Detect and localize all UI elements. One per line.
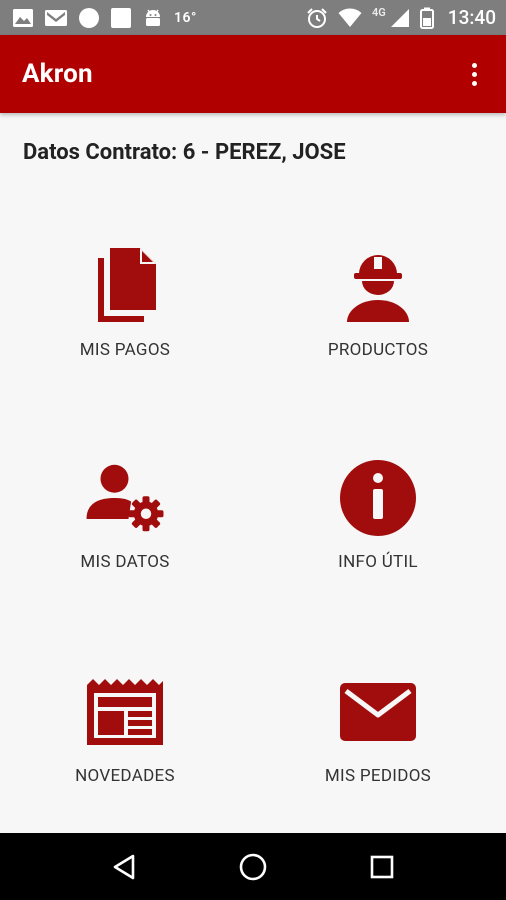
contract-heading: Datos Contrato: 6 - PEREZ, JOSE — [23, 140, 346, 165]
more-vert-icon-dot — [471, 80, 477, 86]
more-vert-icon-dot — [471, 71, 477, 77]
more-vert-icon-dot — [471, 62, 477, 68]
back-button[interactable] — [94, 837, 154, 897]
android-icon — [142, 7, 164, 29]
menu-item-label: NOVEDADES — [75, 766, 175, 786]
menu-item-label: INFO ÚTIL — [338, 552, 418, 572]
system-icons: 4G 13:40 — [306, 6, 496, 29]
menu-item-label: PRODUCTOS — [327, 340, 429, 360]
menu-item-label: MIS PEDIDOS — [324, 766, 432, 786]
battery-icon — [419, 7, 434, 29]
alarm-icon — [306, 7, 328, 29]
app-bar: Akron — [0, 35, 506, 113]
temperature-text: 16° — [174, 9, 197, 26]
menu-item-label: MIS DATOS — [80, 552, 170, 572]
cell-signal-icon — [390, 8, 410, 28]
recents-square-icon — [370, 855, 393, 878]
documents-icon — [83, 244, 167, 328]
square-notification-icon — [110, 7, 132, 29]
menu-item-mis-pedidos[interactable]: MIS PEDIDOS — [278, 670, 478, 810]
wifi-icon — [338, 8, 362, 28]
home-button[interactable] — [223, 837, 283, 897]
menu-item-productos[interactable]: PRODUCTOS — [278, 244, 478, 384]
home-circle-icon — [239, 853, 267, 880]
clock-time: 13:40 — [447, 6, 496, 29]
back-triangle-icon — [114, 854, 135, 879]
user-settings-icon — [83, 456, 167, 540]
menu-item-mis-datos[interactable]: MIS DATOS — [25, 456, 225, 596]
app-title: Akron — [22, 59, 93, 89]
worker-helmet-icon — [336, 244, 420, 328]
navigation-bar — [0, 833, 506, 900]
notification-icons: 16° — [12, 7, 197, 29]
image-notification-icon — [12, 8, 34, 28]
menu-item-mis-pagos[interactable]: MIS PAGOS — [25, 244, 225, 384]
circle-notification-icon — [78, 7, 100, 29]
overflow-menu-button[interactable] — [460, 54, 488, 94]
envelope-icon — [336, 670, 420, 754]
menu-item-info-util[interactable]: INFO ÚTIL — [278, 456, 478, 596]
gmail-icon — [44, 8, 68, 28]
network-type-text: 4G — [371, 6, 386, 19]
newspaper-icon — [83, 670, 167, 754]
recents-button[interactable] — [352, 837, 412, 897]
status-bar: 16° 4G 13:40 — [0, 0, 506, 35]
menu-item-novedades[interactable]: NOVEDADES — [25, 670, 225, 810]
menu-item-label: MIS PAGOS — [79, 340, 171, 360]
info-icon — [336, 456, 420, 540]
